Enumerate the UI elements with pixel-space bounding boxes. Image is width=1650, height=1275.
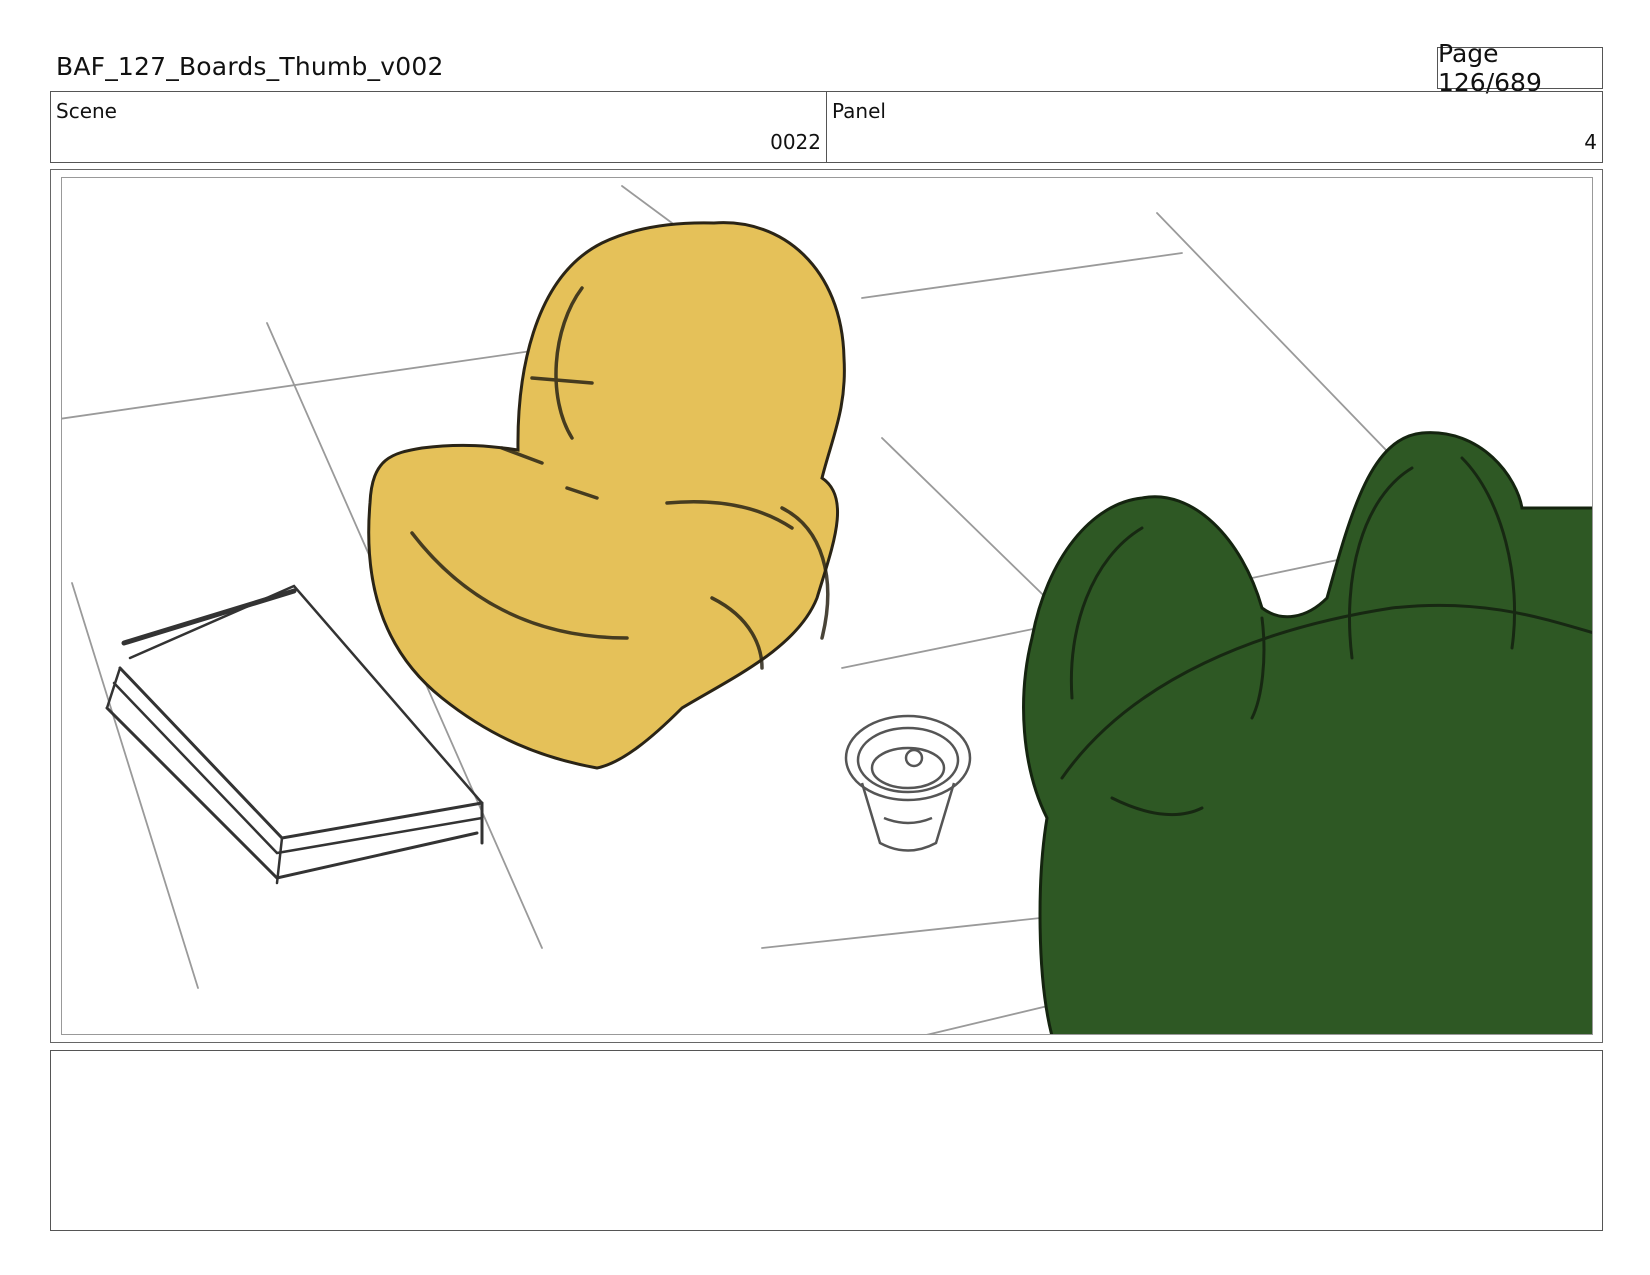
yellow-character: [367, 221, 846, 770]
page-indicator: Page 126/689: [1437, 39, 1603, 97]
cup-sketch: [844, 714, 972, 852]
green-character: [1022, 431, 1592, 1034]
panel-cell: Panel 4: [826, 92, 1602, 162]
notes-box: [50, 1050, 1603, 1231]
scene-number: 0022: [770, 130, 821, 154]
scene-cell: Scene 0022: [51, 92, 826, 162]
panel-number: 4: [1584, 130, 1597, 154]
scene-label: Scene: [56, 99, 117, 123]
scene-panel-row: Scene 0022 Panel 4: [50, 91, 1603, 163]
storyboard-image: [61, 177, 1593, 1035]
doc-title: BAF_127_Boards_Thumb_v002: [56, 52, 444, 81]
panel-label: Panel: [832, 99, 886, 123]
